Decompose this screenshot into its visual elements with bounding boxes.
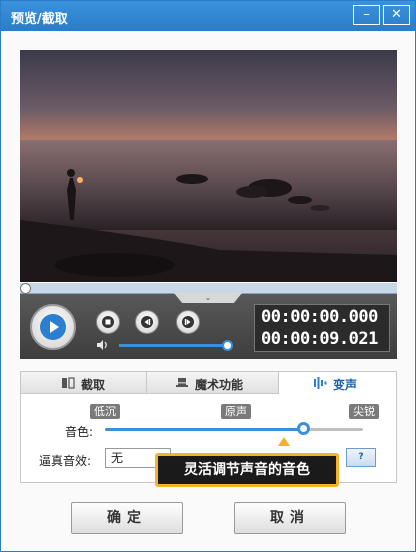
tab-magic-label: 魔术功能 bbox=[195, 378, 244, 392]
total-time: 00:00:09.021 bbox=[261, 329, 378, 349]
pitch-label: 音色: bbox=[65, 425, 94, 439]
player-controls: ⌄ 00:00:00.000 00:00:09.021 bbox=[20, 283, 397, 359]
help-icon: ? bbox=[358, 452, 364, 462]
magic-hat-icon bbox=[176, 378, 188, 387]
stop-button[interactable] bbox=[96, 310, 120, 334]
volume-icon[interactable] bbox=[96, 339, 110, 351]
ok-button[interactable]: 确定 bbox=[71, 502, 183, 534]
preview-crop-window: 预览/截取 – ✕ ⌄ 00:00:00.000 00:00:09.021 截取… bbox=[0, 0, 416, 552]
pitch-slider-knob[interactable] bbox=[297, 422, 311, 435]
tab-voice-label: 变声 bbox=[333, 378, 358, 392]
tab-crop[interactable]: 截取 bbox=[21, 372, 147, 394]
progress-knob[interactable] bbox=[20, 283, 31, 294]
stop-icon bbox=[102, 316, 114, 328]
pitch-high-label: 尖锐 bbox=[349, 404, 379, 419]
video-preview bbox=[20, 50, 397, 282]
minimize-button[interactable]: – bbox=[353, 5, 380, 25]
tooltip-arrow bbox=[278, 437, 290, 446]
tab-crop-label: 截取 bbox=[81, 378, 106, 392]
volume-knob[interactable] bbox=[222, 340, 233, 351]
title-bar: 预览/截取 – ✕ bbox=[1, 1, 415, 31]
volume-slider[interactable] bbox=[119, 344, 227, 347]
tab-bar: 截取 魔术功能 变声 bbox=[21, 372, 396, 394]
collapse-toggle[interactable]: ⌄ bbox=[174, 293, 242, 303]
pitch-original-label: 原声 bbox=[221, 404, 251, 419]
prev-frame-icon bbox=[141, 316, 153, 328]
close-button[interactable]: ✕ bbox=[383, 5, 410, 25]
tab-voice[interactable]: 变声 bbox=[279, 372, 396, 394]
progress-bar[interactable] bbox=[20, 283, 397, 294]
crop-icon bbox=[62, 377, 75, 389]
pitch-low-label: 低沉 bbox=[90, 404, 120, 419]
prev-frame-button[interactable] bbox=[135, 310, 159, 334]
sunset-beach-frame bbox=[20, 50, 397, 282]
cancel-button[interactable]: 取消 bbox=[234, 502, 346, 534]
current-time: 00:00:00.000 bbox=[261, 307, 378, 327]
next-frame-icon bbox=[182, 316, 194, 328]
pitch-slider-fill bbox=[105, 428, 304, 431]
pitch-tooltip: 灵活调节声音的音色 bbox=[155, 453, 339, 487]
time-display: 00:00:00.000 00:00:09.021 bbox=[254, 304, 390, 352]
play-button[interactable] bbox=[30, 304, 76, 350]
effect-label: 逼真音效: bbox=[39, 454, 92, 468]
play-icon bbox=[40, 314, 66, 340]
help-button[interactable]: ? bbox=[346, 448, 376, 467]
tab-magic[interactable]: 魔术功能 bbox=[147, 372, 279, 394]
sound-wave-icon bbox=[314, 377, 327, 389]
pitch-slider[interactable] bbox=[105, 428, 363, 431]
next-frame-button[interactable] bbox=[176, 310, 200, 334]
window-title: 预览/截取 bbox=[11, 12, 68, 27]
